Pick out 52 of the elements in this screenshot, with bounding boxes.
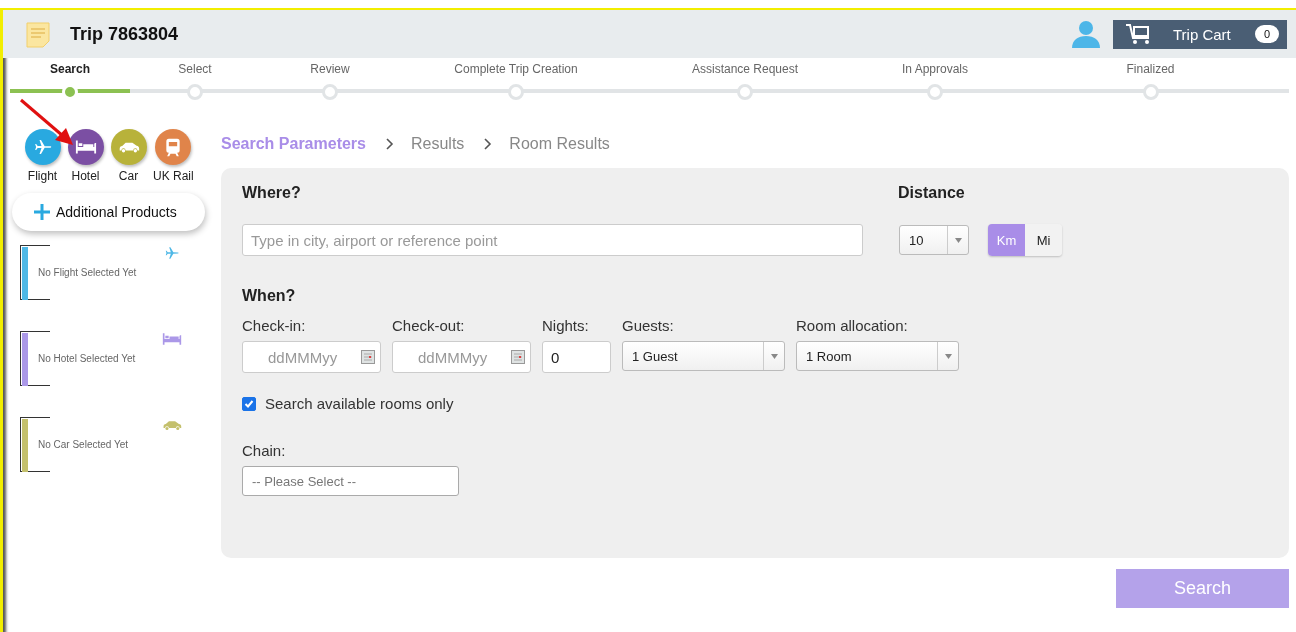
annotation-arrow (19, 98, 75, 148)
selection-status: No Hotel Selected Yet (38, 353, 136, 364)
checkbox[interactable] (242, 396, 256, 411)
step-label: Assistance Request (691, 62, 799, 78)
cart-count-badge: 0 (1254, 25, 1279, 43)
where-heading: Where? (242, 184, 302, 202)
room-allocation-dropdown[interactable]: 1 Room (796, 341, 959, 371)
breadcrumb-link[interactable]: Results (411, 135, 465, 153)
field-label: Chain: (242, 442, 287, 459)
step-label: Search (50, 62, 90, 78)
field-label: Check-out: (392, 317, 466, 334)
field-label: Room allocation: (796, 317, 909, 334)
selection-status: No Car Selected Yet (38, 439, 129, 450)
product-tab[interactable]: Hotel (67, 129, 104, 183)
chain-dropdown[interactable]: -- Please Select -- (242, 466, 459, 496)
calendar-icon[interactable] (361, 350, 375, 364)
field-label: Check-in: (242, 317, 307, 334)
unit-toggle[interactable]: Mi (1025, 224, 1062, 256)
caret-icon (770, 353, 778, 359)
field-label: Nights: (542, 317, 590, 334)
caret-icon (954, 237, 962, 243)
notepad-icon (25, 20, 51, 48)
product-tab[interactable]: Car (110, 129, 147, 183)
distance-heading: Distance (898, 184, 965, 202)
nights-input-field[interactable]: 0 (542, 341, 611, 373)
plus-icon (34, 204, 50, 220)
step-label: Review (310, 62, 350, 78)
step-label: Complete Trip Creation (454, 62, 578, 78)
step-label: In Approvals (901, 62, 968, 78)
calendar-icon[interactable] (511, 350, 525, 364)
trip-cart-button[interactable]: Trip Cart 0 (1113, 19, 1287, 49)
when-heading: When? (242, 287, 297, 305)
checkbox-label: Search available rooms only (265, 395, 454, 412)
chevron-icon (484, 138, 493, 150)
hotel-icon (162, 331, 182, 347)
caret-icon (944, 353, 952, 359)
selection-status: No Flight Selected Yet (38, 267, 137, 278)
location-input-field[interactable]: Type in city, airport or reference point (242, 224, 863, 256)
step-label: Finalized (1126, 62, 1175, 78)
guests-dropdown[interactable]: 1 Guest (622, 341, 785, 371)
additional-products-button[interactable]: Additional Products (12, 193, 205, 231)
field-label: Guests: (622, 317, 675, 334)
breadcrumb-link[interactable]: Room Results (509, 135, 610, 153)
distance-dropdown[interactable]: 10 (899, 225, 969, 255)
user-icon[interactable] (1071, 20, 1101, 48)
trip-title: Trip 7863804 (70, 23, 180, 45)
step-label: Select (178, 62, 212, 78)
product-tab[interactable]: UK Rail (153, 129, 194, 183)
check-out-field[interactable]: ddMMMyy (392, 341, 531, 373)
check-in-field[interactable]: ddMMMyy (242, 341, 381, 373)
product-tab[interactable]: Flight (24, 129, 61, 183)
chevron-icon (386, 138, 394, 150)
